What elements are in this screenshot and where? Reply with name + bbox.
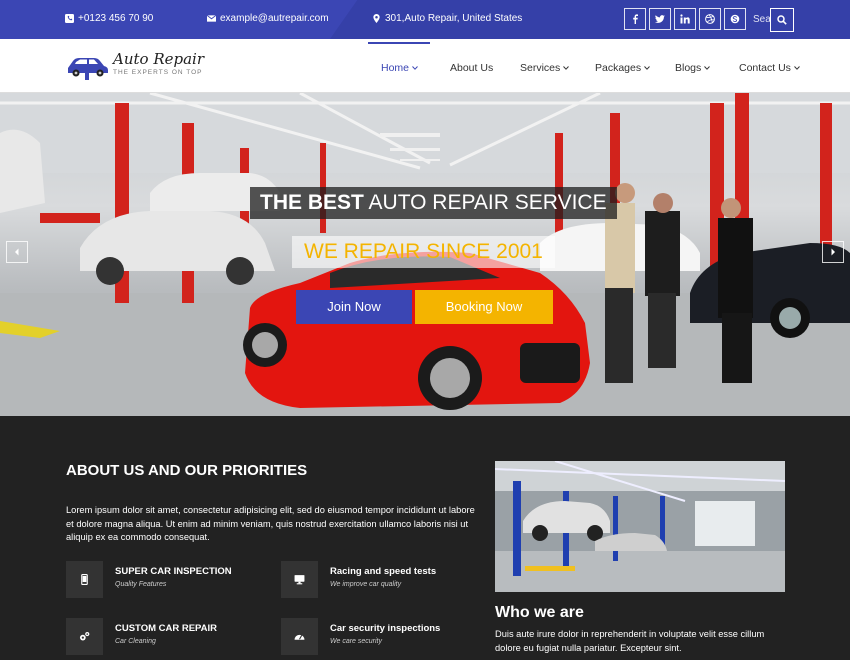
workshop-photo	[495, 461, 785, 592]
chevron-left-icon	[15, 248, 19, 256]
nav-about[interactable]: About Us	[450, 62, 493, 74]
twitter-icon	[655, 15, 665, 23]
nav-packages[interactable]: Packages	[595, 62, 650, 74]
skype-icon	[730, 14, 740, 24]
top-bar: +0123 456 70 90 example@autrepair.com 30…	[0, 0, 850, 39]
slider-prev-button[interactable]	[6, 241, 28, 263]
dribbble-icon	[705, 14, 715, 24]
workshop-image	[495, 461, 785, 592]
feature-item[interactable]: CUSTOM CAR REPAIR Car Cleaning	[66, 618, 217, 655]
email-info: example@autrepair.com	[207, 13, 329, 24]
nav-packages-label: Packages	[595, 62, 642, 74]
hero-slider: THE BEST AUTO REPAIR SERVICE WE REPAIR S…	[0, 93, 850, 416]
nav-home[interactable]: Home	[381, 62, 418, 74]
search-button[interactable]	[770, 8, 794, 32]
skype-link[interactable]	[724, 8, 746, 30]
feature-item[interactable]: SUPER CAR INSPECTION Quality Features	[66, 561, 232, 598]
nav-contact[interactable]: Contact Us	[739, 62, 800, 74]
facebook-link[interactable]	[624, 8, 646, 30]
about-body: Lorem ipsum dolor sit amet, consectetur …	[66, 505, 475, 542]
join-now-button[interactable]: Join Now	[296, 290, 412, 324]
nav-home-label: Home	[381, 62, 410, 74]
hero-title: THE BEST AUTO REPAIR SERVICE	[250, 187, 617, 219]
feature-icon-box	[66, 561, 103, 598]
phone-info: +0123 456 70 90	[65, 13, 153, 24]
hero-subtitle: WE REPAIR SINCE 2001	[292, 236, 555, 268]
search-icon	[777, 15, 787, 25]
feature-icon-box	[66, 618, 103, 655]
nav-blogs-label: Blogs	[675, 62, 702, 74]
who-we-are-title: Who we are	[495, 604, 584, 621]
feature-title: CUSTOM CAR REPAIR	[115, 623, 218, 634]
feature-item[interactable]: Car security inspections We care securit…	[281, 618, 440, 655]
feature-subtitle: We improve car quality	[330, 581, 402, 588]
car-logo-icon	[68, 58, 108, 80]
chevron-down-icon	[412, 66, 418, 70]
feature-subtitle: Car Cleaning	[115, 638, 156, 645]
logo-tagline: THE EXPERTS ON TOP	[113, 69, 203, 76]
search-input[interactable]	[752, 8, 770, 30]
nav-active-indicator	[368, 42, 430, 44]
map-marker-icon	[373, 14, 380, 23]
about-section: ABOUT US AND OUR PRIORITIES Lorem ipsum …	[0, 416, 850, 660]
chevron-down-icon	[704, 66, 711, 70]
dashboard-icon	[294, 634, 305, 640]
facebook-icon	[633, 14, 638, 24]
who-we-are-body: Duis aute irure dolor in reprehenderit i…	[495, 629, 765, 653]
feature-icon-box	[281, 618, 318, 655]
feature-subtitle: We care security	[330, 638, 382, 645]
chevron-right-icon	[831, 248, 835, 256]
nav-services[interactable]: Services	[520, 62, 570, 74]
dribbble-link[interactable]	[699, 8, 721, 30]
gears-icon	[79, 631, 90, 641]
nav-services-label: Services	[520, 62, 561, 74]
chevron-down-icon	[644, 66, 650, 70]
chevron-down-icon	[563, 66, 570, 70]
feature-title: Racing and speed tests	[330, 566, 437, 577]
nav-about-label: About Us	[450, 62, 494, 74]
twitter-link[interactable]	[649, 8, 671, 30]
hero-title-bold: THE BEST	[260, 191, 364, 214]
logo-title: Auto Repair	[113, 50, 205, 68]
nav-blogs[interactable]: Blogs	[675, 62, 711, 74]
linkedin-icon	[680, 14, 690, 24]
about-title: ABOUT US AND OUR PRIORITIES	[66, 462, 308, 479]
feature-item[interactable]: Racing and speed tests We improve car qu…	[281, 561, 436, 598]
linkedin-link[interactable]	[674, 8, 696, 30]
logo[interactable]: Auto Repair THE EXPERTS ON TOP	[66, 50, 206, 84]
phone-number: +0123 456 70 90	[78, 13, 154, 24]
feature-title: Car security inspections	[330, 623, 441, 634]
address-text: 301,Auto Repair, United States	[385, 13, 523, 24]
feature-title: SUPER CAR INSPECTION	[115, 566, 232, 577]
desktop-icon	[294, 575, 305, 585]
nav-contact-label: Contact Us	[739, 62, 791, 74]
mobile-icon	[81, 574, 88, 585]
chevron-down-icon	[794, 66, 800, 70]
main-header: Auto Repair THE EXPERTS ON TOP Home Abou…	[0, 39, 850, 93]
feature-icon-box	[281, 561, 318, 598]
envelope-icon	[207, 14, 216, 22]
slider-next-button[interactable]	[822, 241, 844, 263]
feature-subtitle: Quality Features	[115, 581, 167, 588]
address-info: 301,Auto Repair, United States	[372, 13, 522, 24]
email-address[interactable]: example@autrepair.com	[220, 13, 329, 24]
hero-title-rest: AUTO REPAIR SERVICE	[363, 191, 607, 214]
booking-now-button[interactable]: Booking Now	[415, 290, 553, 324]
phone-icon	[65, 14, 74, 23]
